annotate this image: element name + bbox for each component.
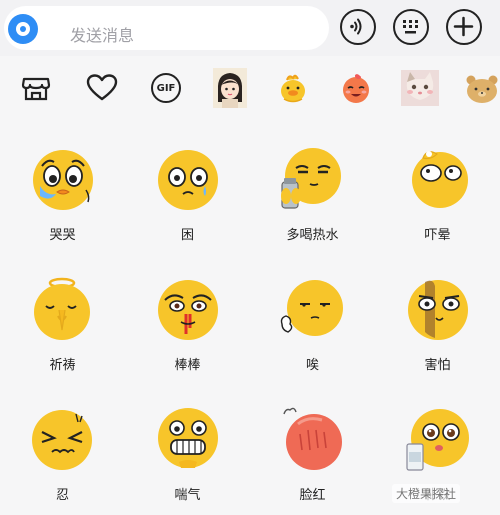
watermark-text: 大橙果探社 [392,484,461,503]
sticker-label: 祈祷 [49,358,76,373]
red-face-icon [343,74,369,103]
sticker-scared-faint[interactable]: 吓晕 [375,122,500,252]
category-favorites[interactable] [80,64,124,112]
keyboard-icon [403,20,418,34]
message-placeholder: 发送消息 [70,26,135,45]
sticker-label: 唉 [305,358,319,373]
sticker-endure[interactable]: 忍 [0,382,125,512]
nosebleed-emoji-icon [158,280,218,340]
sticker-grid: 哭哭 困 多喝热水 吓晕 祈祷 棒棒 唉 害怕 忍 喘气 脸红 [0,122,500,515]
enduring-emoji-icon [32,410,92,470]
category-girl-sticker-pack[interactable] [208,64,252,112]
category-cat-pack[interactable] [398,64,442,112]
store-icon [21,77,51,101]
voice-button[interactable] [340,9,376,45]
iron-supplement-emoji-icon [406,409,469,471]
sticker-cry[interactable]: 哭哭 [0,122,125,252]
sticker-category-bar: GIF [0,58,500,118]
sticker-afraid[interactable]: 害怕 [375,252,500,382]
bear-icon [466,75,498,103]
duck-icon [281,74,305,103]
more-button[interactable] [446,9,482,45]
sticker-label: 脸红 [299,488,326,503]
voice-input-icon[interactable] [8,14,38,44]
sticker-label: 哭哭 [49,228,76,243]
cat-photo-icon [401,70,439,106]
heart-icon [86,74,118,101]
message-input-bar: 发送消息 [0,0,500,56]
category-duck-sticker-pack[interactable] [271,64,315,112]
crying-emoji-icon [33,150,93,210]
panting-emoji-icon [158,408,218,468]
category-bear-pack[interactable] [460,64,500,112]
sigh-emoji-icon [280,280,343,336]
gif-label: GIF [151,73,181,103]
message-input[interactable]: 发送消息 [4,6,329,50]
scared-faint-emoji-icon [412,151,468,208]
praying-emoji-icon [34,277,90,340]
sticker-great[interactable]: 棒棒 [125,252,250,382]
sticker-blush[interactable]: 脸红 [250,382,375,512]
voice-wave-icon [350,18,362,35]
sticker-pray[interactable]: 祈祷 [0,252,125,382]
sticker-pant[interactable]: 喘气 [125,382,250,512]
sticker-label: 多喝热水 [286,228,339,243]
drink-water-emoji-icon [281,148,341,209]
blushing-emoji-icon [283,407,342,470]
sticker-label: 害怕 [424,358,451,373]
sleepy-emoji-icon [158,150,218,210]
category-store[interactable] [14,64,58,112]
sticker-panel-screen: 发送消息 GIF 哭哭 困 多喝热水 吓晕 祈祷 棒棒 唉 害怕 忍 喘气 脸红… [0,0,500,515]
sticker-label: 忍 [55,488,69,503]
sticker-label: 困 [180,228,194,243]
sticker-label: 吓晕 [424,228,451,243]
keyboard-button[interactable] [393,9,429,45]
sticker-sleepy[interactable]: 困 [125,122,250,252]
category-red-face-pack[interactable] [334,64,378,112]
sticker-sigh[interactable]: 唉 [250,252,375,382]
afraid-emoji-icon [408,280,468,340]
category-gif[interactable]: GIF [144,64,188,112]
sticker-label: 棒棒 [174,358,201,373]
plus-icon [453,16,474,37]
sticker-label: 喘气 [174,488,201,503]
sticker-drink-hot-water[interactable]: 多喝热水 [250,122,375,252]
girl-avatar-icon [213,68,247,108]
